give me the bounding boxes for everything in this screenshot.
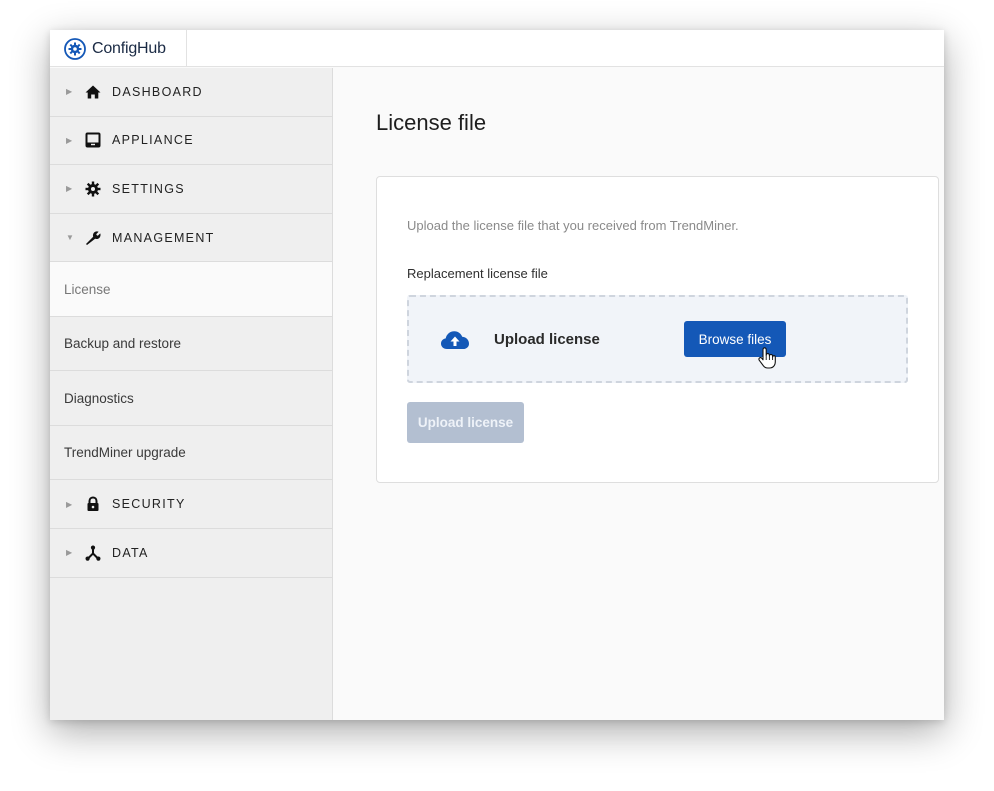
monitor-icon bbox=[84, 131, 102, 149]
sidebar-item-label: Backup and restore bbox=[64, 336, 182, 352]
sidebar-item-trendminer-upgrade[interactable]: TrendMiner upgrade bbox=[50, 426, 332, 481]
sidebar-item-label: SETTINGS bbox=[112, 181, 185, 196]
upload-license-button[interactable]: Upload license bbox=[407, 402, 524, 443]
sidebar: ▶ DASHBOARD ▶ APPLIANCE ▶ SETTINGS ▼ MAN… bbox=[50, 68, 333, 720]
confighub-logo-icon bbox=[64, 37, 86, 60]
caret-down-icon: ▼ bbox=[66, 233, 74, 243]
sidebar-item-label: License bbox=[64, 281, 111, 297]
cloud-upload-icon bbox=[441, 331, 469, 349]
sidebar-item-diagnostics[interactable]: Diagnostics bbox=[50, 371, 332, 426]
caret-right-icon: ▶ bbox=[66, 184, 73, 194]
wrench-icon bbox=[84, 229, 102, 247]
sidebar-item-appliance[interactable]: ▶ APPLIANCE bbox=[50, 117, 332, 166]
home-icon bbox=[84, 83, 102, 101]
dropzone-label: Upload license bbox=[494, 331, 600, 348]
sidebar-item-label: TrendMiner upgrade bbox=[64, 445, 186, 461]
license-card: Upload the license file that you receive… bbox=[376, 176, 939, 483]
caret-right-icon: ▶ bbox=[66, 499, 73, 509]
app-logo[interactable]: ConfigHub bbox=[50, 30, 187, 67]
sidebar-item-label: APPLIANCE bbox=[112, 133, 194, 148]
lock-icon bbox=[84, 495, 102, 513]
card-description: Upload the license file that you receive… bbox=[407, 218, 739, 233]
top-bar: ConfigHub bbox=[50, 30, 944, 67]
hand-cursor-icon bbox=[758, 347, 776, 369]
gear-icon bbox=[84, 180, 102, 198]
app-window: ConfigHub ▶ DASHBOARD ▶ APPLIANCE ▶ SETT… bbox=[50, 30, 944, 720]
sidebar-item-license[interactable]: License bbox=[50, 262, 332, 317]
caret-right-icon: ▶ bbox=[66, 548, 73, 558]
replacement-license-label: Replacement license file bbox=[407, 266, 548, 281]
sidebar-item-label: MANAGEMENT bbox=[112, 230, 215, 245]
page-title: License file bbox=[376, 110, 487, 135]
sidebar-item-settings[interactable]: ▶ SETTINGS bbox=[50, 165, 332, 214]
network-icon bbox=[84, 544, 102, 562]
caret-right-icon: ▶ bbox=[66, 87, 73, 97]
app-name: ConfigHub bbox=[92, 39, 166, 57]
sidebar-item-label: Diagnostics bbox=[64, 390, 134, 406]
sidebar-item-label: DASHBOARD bbox=[112, 84, 203, 99]
sidebar-item-label: DATA bbox=[112, 545, 149, 560]
main-content: License file Upload the license file tha… bbox=[333, 68, 944, 720]
sidebar-item-label: SECURITY bbox=[112, 497, 186, 512]
sidebar-item-backup-and-restore[interactable]: Backup and restore bbox=[50, 317, 332, 372]
sidebar-item-security[interactable]: ▶ SECURITY bbox=[50, 480, 332, 529]
sidebar-item-data[interactable]: ▶ DATA bbox=[50, 529, 332, 578]
sidebar-item-dashboard[interactable]: ▶ DASHBOARD bbox=[50, 68, 332, 117]
caret-right-icon: ▶ bbox=[66, 135, 73, 145]
license-dropzone[interactable]: Upload license Browse files bbox=[407, 295, 908, 383]
sidebar-item-management[interactable]: ▼ MANAGEMENT bbox=[50, 214, 332, 263]
